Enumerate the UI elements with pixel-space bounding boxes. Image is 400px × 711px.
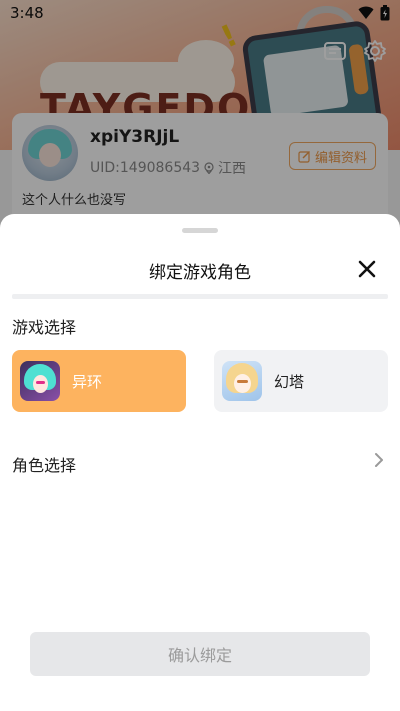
game-name: 幻塔 [274,372,305,391]
role-select-row[interactable]: 角色选择 [0,446,400,478]
sheet-divider [12,294,388,299]
game-name: 异环 [72,372,103,391]
yihuan-game-icon [20,361,60,401]
game-option-yihuan[interactable]: 异环 [12,350,186,412]
huanta-game-icon [222,361,262,401]
chevron-right-icon [375,453,383,467]
game-section-label: 游戏选择 [12,318,77,337]
close-icon [358,260,376,278]
sheet-drag-handle[interactable] [182,228,218,233]
close-button[interactable] [356,258,378,280]
confirm-bind-button[interactable]: 确认绑定 [30,632,370,676]
sheet-title: 绑定游戏角色 [149,263,251,283]
bind-role-sheet: 绑定游戏角色 游戏选择 异环 幻塔 角色选择 确认绑定 [0,214,400,711]
game-option-huanta[interactable]: 幻塔 [214,350,388,412]
role-section-label: 角色选择 [12,456,77,475]
